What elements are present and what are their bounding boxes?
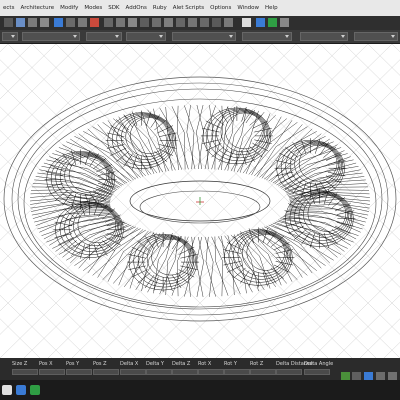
menu-item-options[interactable]: Options [207,5,234,11]
pos-z-field[interactable] [93,369,119,375]
menu-item-objects[interactable]: ects [0,5,17,11]
menu-item-sdk[interactable]: SDK [105,5,122,11]
target-icon[interactable] [90,18,99,27]
rot-x-label: Rot X [198,361,212,367]
delta-distance-column: Delta Distance [276,361,313,375]
rot-x-field[interactable] [198,369,224,375]
menu-item-modes[interactable]: Modes [81,5,105,11]
size-z-label: Size Z [12,361,28,367]
delta-y-label: Delta Y [146,361,164,367]
taskbar [0,380,400,400]
view-dropdown[interactable] [300,32,348,41]
rot-y-field[interactable] [224,369,250,375]
class-dropdown[interactable] [242,32,292,41]
delta-angle-field[interactable] [304,369,330,375]
pos-x-column: Pos X [39,361,67,375]
line-type-dropdown[interactable] [172,32,236,41]
delta-distance-label: Delta Distance [276,361,313,367]
menu-item-window[interactable]: Window [234,5,262,11]
cursor-icon[interactable] [242,18,251,27]
select-icon[interactable] [16,18,25,27]
pos-z-column: Pos Z [93,361,121,375]
grid-icon[interactable] [40,18,49,27]
toolbar-button[interactable] [164,18,173,27]
main-toolbar [0,16,400,30]
rot-z-field[interactable] [250,369,276,375]
app-icon[interactable] [16,385,26,395]
delta-angle-column: Delta Angle [304,361,334,375]
size-z-field[interactable] [12,369,38,375]
pen-dropdown[interactable] [126,32,166,41]
pos-x-label: Pos X [39,361,53,367]
toolbar-button[interactable] [116,18,125,27]
monitor-icon[interactable] [256,18,265,27]
toolbar-button[interactable] [188,18,197,27]
delta-y-field[interactable] [146,369,172,375]
scale-icon[interactable] [28,18,37,27]
delta-x-field[interactable] [120,369,146,375]
home-icon[interactable] [78,18,87,27]
delta-z-column: Delta Z [172,361,200,375]
pos-y-label: Pos Y [66,361,80,367]
delta-z-label: Delta Z [172,361,191,367]
pos-z-label: Pos Z [93,361,107,367]
rot-z-label: Rot Z [250,361,264,367]
toolbar-button[interactable] [212,18,221,27]
menu-item-modify[interactable]: Modify [57,5,81,11]
menu-item-help[interactable]: Help [262,5,281,11]
menu-item-architecture[interactable]: Architecture [17,5,57,11]
toolbar-button[interactable] [104,18,113,27]
size-z-column: Size Z [12,361,40,375]
pos-y-column: Pos Y [66,361,94,375]
rot-z-column: Rot Z [250,361,278,375]
gear-wireframe-drawing [0,44,400,358]
delta-z-field[interactable] [172,369,198,375]
rot-y-column: Rot Y [224,361,252,375]
layer-dropdown[interactable] [2,32,18,41]
options-toolbar [0,30,400,44]
pos-y-field[interactable] [66,369,92,375]
material-dropdown[interactable] [22,32,80,41]
menu-item-alet-scripts[interactable]: Alet Scripts [170,5,207,11]
pos-x-field[interactable] [39,369,65,375]
toolbar-button[interactable] [140,18,149,27]
render-dropdown[interactable] [354,32,398,41]
style-dropdown[interactable] [86,32,122,41]
app-icon[interactable] [2,385,12,395]
drag-handle-icon[interactable] [4,18,13,27]
toolbar-button[interactable] [200,18,209,27]
menu-item-addons[interactable]: AddOns [123,5,150,11]
delta-distance-field[interactable] [276,369,302,375]
delta-angle-label: Delta Angle [304,361,334,367]
3d-viewport[interactable] [0,44,400,358]
rot-y-label: Rot Y [224,361,237,367]
toolbar-button[interactable] [128,18,137,27]
stop-icon[interactable] [66,18,75,27]
toolbar-button[interactable] [224,18,233,27]
rot-x-column: Rot X [198,361,226,375]
help-icon[interactable] [280,18,289,27]
delta-x-column: Delta X [120,361,148,375]
menu-item-ruby[interactable]: Ruby [150,5,170,11]
menu-bar: ects Architecture Modify Modes SDK AddOn… [0,0,400,17]
check-icon[interactable] [268,18,277,27]
app-icon[interactable] [30,385,40,395]
toolbar-button[interactable] [152,18,161,27]
toolbar-button[interactable] [176,18,185,27]
delta-y-column: Delta Y [146,361,174,375]
delta-x-label: Delta X [120,361,139,367]
pan-icon[interactable] [54,18,63,27]
